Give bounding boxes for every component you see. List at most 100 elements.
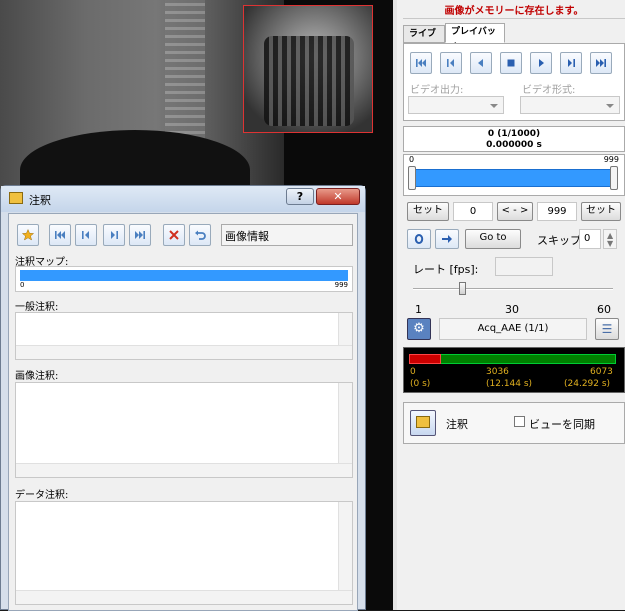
annotation-map[interactable]: 0 999 (15, 266, 353, 292)
data-annotation-textarea[interactable] (15, 501, 353, 605)
annotation-panel: 注釈 ビューを同期 (403, 402, 625, 444)
previous-frame-button[interactable] (440, 52, 462, 74)
tab-playback[interactable]: プレイバック (445, 23, 505, 53)
general-annotation-label: 一般注釈: (15, 302, 59, 313)
range-start-handle[interactable] (408, 166, 416, 190)
annotation-next-button[interactable] (103, 224, 125, 246)
rate-tick-min: 1 (415, 303, 422, 316)
annotation-button[interactable] (410, 410, 436, 436)
first-frame-icon (416, 59, 426, 67)
image-horizontal-scrollbar[interactable] (16, 463, 352, 477)
image-info-field[interactable]: 画像情報 (221, 224, 353, 246)
start-frame-field[interactable]: 0 (453, 202, 493, 221)
first-frame-button[interactable] (410, 52, 432, 74)
range-slider-box: 0 999 (403, 154, 625, 196)
range-end-handle[interactable] (610, 166, 618, 190)
set-end-button[interactable]: セット (581, 202, 621, 221)
spinner-down-icon: ▼ (607, 239, 614, 248)
timeline-start-frame: 0 (410, 367, 416, 377)
data-annotation-label: データ注釈: (15, 490, 69, 501)
general-vertical-scrollbar[interactable] (338, 313, 352, 345)
rate-label: レート [fps]: (413, 263, 479, 276)
rate-slider-thumb[interactable] (459, 282, 466, 295)
settings-button[interactable]: ⚙ (407, 318, 431, 340)
frame-readout: 0 (1/1000) 0.000000 s (403, 126, 625, 152)
annotation-first-button[interactable] (49, 224, 71, 246)
play-backward-button[interactable] (470, 52, 492, 74)
stop-button[interactable] (500, 52, 522, 74)
last-frame-button[interactable] (590, 52, 612, 74)
next-frame-button[interactable] (560, 52, 582, 74)
gear-icon: ⚙ (413, 321, 425, 336)
general-annotation-textarea[interactable] (15, 312, 353, 360)
annotation-last-button[interactable] (129, 224, 151, 246)
loop-icon (414, 234, 424, 244)
tab-live-label: ライブ (409, 29, 437, 39)
annotation-map-max: 999 (334, 281, 348, 289)
image-vertical-scrollbar[interactable] (338, 383, 352, 463)
previous-frame-icon (82, 231, 89, 239)
playback-controls: ビデオ出力: ビデオ形式: (403, 43, 625, 121)
data-horizontal-scrollbar[interactable] (16, 590, 352, 604)
control-panel: 画像がメモリーに存在します。 ライブ プレイバック ビデオ出力: ビデオ形式: … (393, 0, 625, 610)
video-output-select[interactable] (408, 96, 504, 114)
data-vertical-scrollbar[interactable] (338, 502, 352, 590)
acquisition-name: Acq_AAE (1/1) (439, 318, 587, 340)
rate-tick-mid: 30 (505, 303, 519, 316)
frame-time: 0.000000 s (486, 140, 542, 150)
last-frame-icon (135, 231, 145, 239)
next-frame-icon (111, 231, 118, 239)
general-horizontal-scrollbar[interactable] (16, 345, 352, 359)
image-annotation-textarea[interactable] (15, 382, 353, 478)
annotation-map-min: 0 (20, 281, 25, 289)
timeline-start-time: (0 s) (410, 379, 431, 389)
delete-icon (169, 230, 179, 240)
timeline-bar[interactable]: 0 3036 6073 (0 s) (12.144 s) (24.292 s) (403, 347, 625, 393)
thumbnail-preview[interactable] (243, 5, 373, 133)
timeline-end-frame: 6073 (590, 367, 613, 377)
skip-input[interactable]: 0 (579, 229, 601, 249)
delete-annotation-button[interactable] (163, 224, 185, 246)
set-start-button[interactable]: セット (407, 202, 449, 221)
play-forward-icon (539, 59, 544, 67)
loop-button[interactable] (407, 229, 431, 249)
rate-tick-max: 60 (597, 303, 611, 316)
jump-button[interactable] (435, 229, 459, 249)
goto-button[interactable]: Go to (465, 229, 521, 249)
rate-slider-track[interactable] (413, 288, 613, 290)
stop-icon (507, 59, 515, 67)
video-format-label: ビデオ形式: (522, 85, 576, 96)
list-button[interactable]: ☰ (595, 318, 619, 340)
first-frame-icon (55, 231, 65, 239)
annotation-panel-label: 注釈 (446, 418, 468, 431)
mark-button[interactable] (17, 224, 39, 246)
video-format-select[interactable] (520, 96, 620, 114)
annotation-note-icon (416, 416, 430, 428)
end-frame-field[interactable]: 999 (537, 202, 577, 221)
slider-min-label: 0 (409, 155, 415, 164)
annotation-previous-button[interactable] (75, 224, 97, 246)
sync-view-checkbox[interactable] (514, 416, 525, 427)
previous-frame-icon (447, 59, 454, 67)
thumbnail-image (264, 36, 354, 126)
image-annotation-label: 画像注釈: (15, 371, 59, 382)
dialog-title: 注釈 (29, 194, 51, 207)
range-slider-track[interactable] (414, 169, 612, 187)
swap-range-button[interactable]: < - > (497, 202, 533, 221)
tab-live[interactable]: ライブ (403, 25, 445, 43)
skip-spinner[interactable]: ▲ ▼ (603, 229, 617, 249)
undo-button[interactable] (189, 224, 211, 246)
skip-label: スキップ: (537, 234, 585, 247)
close-button[interactable]: ✕ (316, 188, 360, 205)
video-output-label: ビデオ出力: (410, 85, 464, 96)
memory-status-text: 画像がメモリーに存在します。 (444, 6, 584, 17)
annotation-dialog: 注釈 ? ✕ 画像情報 注釈マップ: 0 999 一般注釈: 画像注釈: データ… (0, 185, 366, 611)
last-frame-icon (596, 59, 606, 67)
rate-input[interactable] (495, 257, 553, 276)
annotation-map-bar (20, 270, 348, 281)
help-button[interactable]: ? (286, 188, 314, 205)
star-icon (22, 229, 34, 241)
play-backward-icon (478, 59, 483, 67)
play-forward-button[interactable] (530, 52, 552, 74)
dialog-title-bar[interactable]: 注釈 ? ✕ (1, 186, 365, 212)
